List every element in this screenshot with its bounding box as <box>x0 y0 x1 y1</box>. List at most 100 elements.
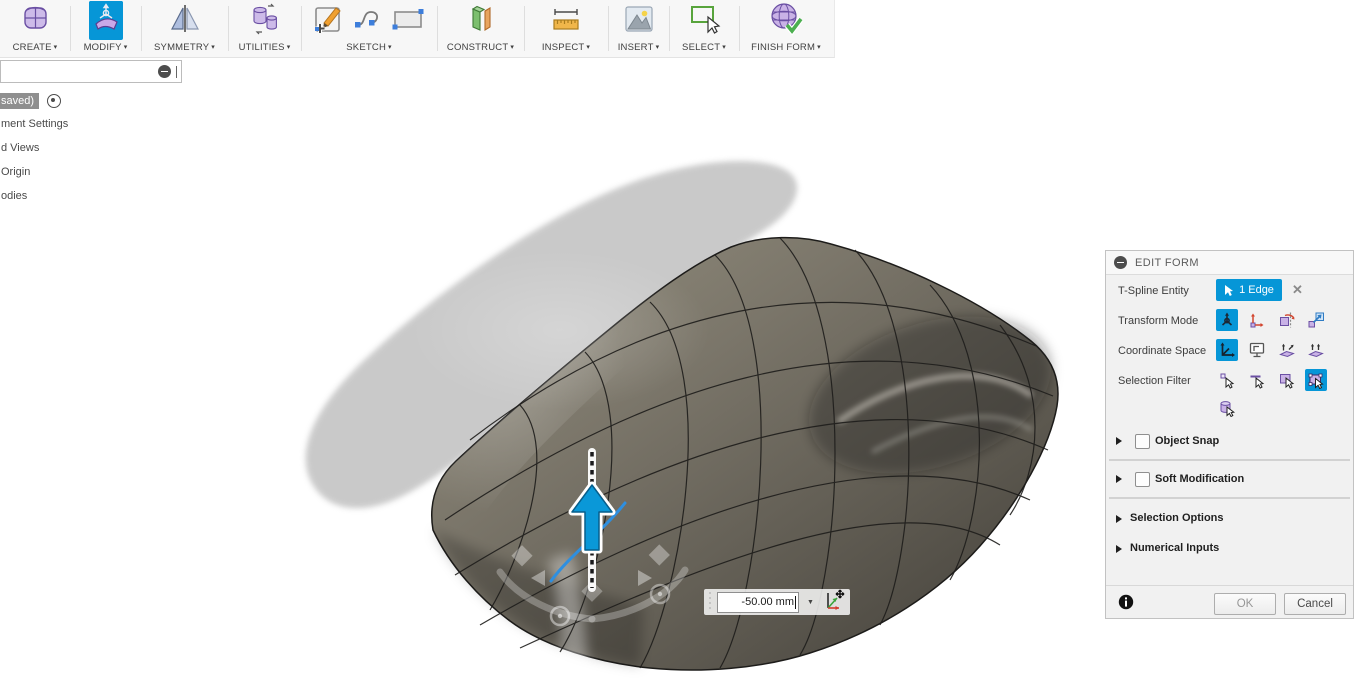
activate-document-radio[interactable] <box>43 92 66 109</box>
insert-menu-label[interactable]: INSERT ▾ <box>608 42 669 53</box>
tree-item-label[interactable]: Origin <box>0 164 36 180</box>
tree-item-document[interactable]: saved) <box>0 92 66 109</box>
distance-input[interactable]: -50.00 mm <box>717 591 799 613</box>
selection-filter-label: Selection Filter <box>1118 375 1191 387</box>
filter-face-button[interactable] <box>1276 369 1298 391</box>
toolbar-group-construct[interactable]: CONSTRUCT ▾ <box>437 0 524 57</box>
rectangle-sketch-icon[interactable] <box>391 1 427 42</box>
symmetry-icon[interactable] <box>168 1 202 42</box>
create-sketch-icon[interactable] <box>311 1 345 42</box>
finish-form-menu-label[interactable]: FINISH FORM ▾ <box>739 42 833 53</box>
collapsed-panel-bar[interactable] <box>0 60 182 83</box>
object-snap-expand-arrow[interactable] <box>1116 437 1122 445</box>
symmetry-menu-label[interactable]: SYMMETRY ▾ <box>141 42 228 53</box>
cursor-icon <box>1225 284 1234 296</box>
distance-input-widget[interactable]: -50.00 mm ▼ <box>704 589 850 615</box>
transform-scale-button[interactable] <box>1305 309 1327 331</box>
coordinate-view-button[interactable] <box>1246 339 1268 361</box>
filter-body-button[interactable] <box>1305 369 1327 391</box>
spline-icon[interactable] <box>352 1 384 42</box>
radio-icon <box>47 93 62 108</box>
divider <box>1109 497 1350 499</box>
utilities-icon[interactable] <box>248 1 282 42</box>
toolbar-group-sketch[interactable]: SKETCH ▾ <box>301 0 437 57</box>
dropdown-caret-icon: ▾ <box>586 44 591 51</box>
transform-translate-button[interactable] <box>1246 309 1268 331</box>
dropdown-caret-icon: ▾ <box>286 44 291 51</box>
tree-item-origin[interactable]: Origin <box>0 164 36 180</box>
cancel-button[interactable]: Cancel <box>1284 593 1346 615</box>
ribbon-toolbar: CREATE ▾ MODIFY ▾ SYMMETRY ▾ UTILITIES ▾… <box>0 0 835 58</box>
construct-menu-label[interactable]: CONSTRUCT ▾ <box>437 42 524 53</box>
text-caret-icon <box>176 65 177 78</box>
toolbar-group-select[interactable]: SELECT ▾ <box>669 0 739 57</box>
dialog-collapse-icon[interactable] <box>1114 256 1127 269</box>
selection-options-expand-arrow[interactable] <box>1116 515 1122 523</box>
info-icon[interactable] <box>1118 594 1134 613</box>
finish-form-icon[interactable] <box>768 1 804 42</box>
transform-rotate-button[interactable] <box>1276 309 1298 331</box>
toolbar-group-finish-form[interactable]: FINISH FORM ▾ <box>739 0 833 57</box>
toolbar-group-symmetry[interactable]: SYMMETRY ▾ <box>141 0 228 57</box>
toolbar-group-utilities[interactable]: UTILITIES ▾ <box>228 0 301 57</box>
dropdown-caret-icon: ▾ <box>510 44 515 51</box>
select-menu-label[interactable]: SELECT ▾ <box>669 42 739 53</box>
tree-item-label[interactable]: d Views <box>0 140 45 156</box>
soft-modification-expand-arrow[interactable] <box>1116 475 1122 483</box>
inspect-icon[interactable] <box>549 1 583 42</box>
coordinate-space-label: Coordinate Space <box>1118 345 1207 357</box>
modify-icon[interactable] <box>88 1 123 40</box>
object-snap-checkbox[interactable] <box>1135 434 1150 449</box>
distance-dropdown-button[interactable]: ▼ <box>803 593 818 612</box>
edit-form-dialog: EDIT FORM T-Spline Entity 1 Edge ✕ Trans… <box>1105 250 1354 619</box>
tree-item-bodies[interactable]: odies <box>0 188 33 204</box>
tree-item-named-views[interactable]: d Views <box>0 140 45 156</box>
toolbar-group-create[interactable]: CREATE ▾ <box>0 0 70 57</box>
numerical-inputs-label: Numerical Inputs <box>1130 542 1220 554</box>
input-caret <box>795 595 796 609</box>
toolbar-group-modify[interactable]: MODIFY ▾ <box>70 0 141 57</box>
coordinate-selection-button[interactable] <box>1305 339 1327 361</box>
dropdown-caret-icon: ▾ <box>388 44 392 51</box>
filter-vertex-button[interactable] <box>1216 369 1238 391</box>
object-snap-label: Object Snap <box>1155 435 1220 447</box>
soft-modification-checkbox[interactable] <box>1135 472 1150 487</box>
collapse-icon[interactable] <box>158 65 171 78</box>
tree-item-label[interactable]: odies <box>0 188 33 204</box>
transform-mode-label: Transform Mode <box>1118 315 1199 327</box>
transform-triad-button[interactable] <box>1216 309 1238 331</box>
utilities-menu-label[interactable]: UTILITIES ▾ <box>228 42 301 53</box>
inspect-menu-label[interactable]: INSPECT ▾ <box>524 42 608 53</box>
document-name-label[interactable]: saved) <box>0 92 40 109</box>
toolbar-group-inspect[interactable]: INSPECT ▾ <box>524 0 608 57</box>
numerical-inputs-expand-arrow[interactable] <box>1116 545 1122 553</box>
dropdown-caret-icon: ▾ <box>655 44 660 51</box>
dialog-header[interactable]: EDIT FORM <box>1106 251 1353 275</box>
tree-item-document-settings[interactable]: ment Settings <box>0 116 74 132</box>
tree-item-label[interactable]: ment Settings <box>0 116 74 132</box>
filter-edge-button[interactable] <box>1246 369 1268 391</box>
coordinate-world-button[interactable] <box>1216 339 1238 361</box>
selection-options-label: Selection Options <box>1130 512 1224 524</box>
construct-icon[interactable] <box>464 1 498 42</box>
drag-handle-icon[interactable] <box>707 592 713 612</box>
dropdown-caret-icon: ▾ <box>123 44 128 51</box>
create-menu-label[interactable]: CREATE ▾ <box>0 42 70 53</box>
sketch-menu-label[interactable]: SKETCH ▾ <box>301 42 437 53</box>
manipulator-orientation-icon[interactable] <box>822 588 846 617</box>
coordinate-local-button[interactable] <box>1276 339 1298 361</box>
insert-icon[interactable] <box>622 1 656 42</box>
select-icon[interactable] <box>687 1 721 42</box>
create-icon[interactable] <box>18 1 52 42</box>
clear-selection-button[interactable]: ✕ <box>1292 282 1303 298</box>
soft-modification-label: Soft Modification <box>1155 473 1245 485</box>
dropdown-caret-icon: ▾ <box>53 44 58 51</box>
divider <box>1106 585 1353 586</box>
filter-tspline-body-button[interactable] <box>1216 397 1238 419</box>
toolbar-group-insert[interactable]: INSERT ▾ <box>608 0 669 57</box>
divider <box>1109 459 1350 461</box>
ok-button[interactable]: OK <box>1214 593 1276 615</box>
modify-menu-label[interactable]: MODIFY ▾ <box>70 42 141 53</box>
entity-count-label: 1 Edge <box>1239 284 1274 296</box>
tspline-entity-selection-button[interactable]: 1 Edge <box>1216 279 1282 301</box>
